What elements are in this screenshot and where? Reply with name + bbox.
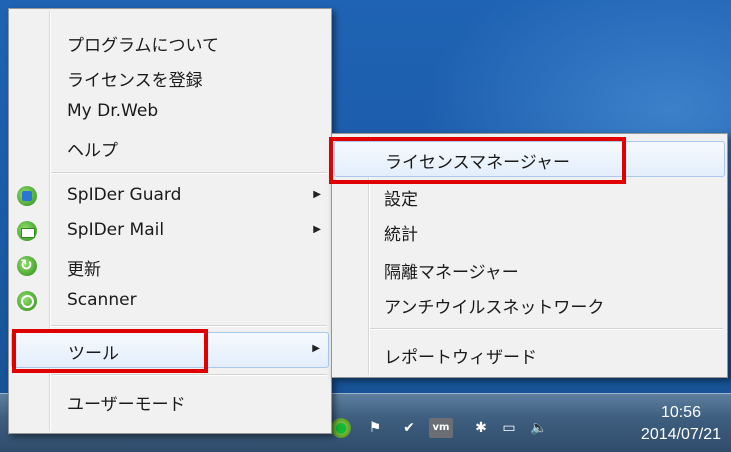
menu-item-antivirus-network[interactable]: アンチウイルスネットワーク bbox=[334, 287, 725, 321]
clock-date: 2014/07/21 bbox=[640, 426, 721, 443]
menu-item-spider-guard[interactable]: SpIDer Guard ▶ bbox=[11, 179, 329, 213]
menu-item-label: Scanner bbox=[67, 290, 137, 310]
menu-separator bbox=[51, 172, 327, 174]
submenu-arrow-icon: ▶ bbox=[313, 189, 321, 200]
action-center-flag-icon[interactable]: ⚑ bbox=[365, 418, 385, 438]
menu-item-label: SpIDer Mail bbox=[67, 220, 165, 240]
menu-item-settings[interactable]: 設定 bbox=[334, 179, 725, 213]
menu-item-my-drweb[interactable]: My Dr.Web bbox=[11, 95, 329, 129]
menu-item-quarantine-manager[interactable]: 隔離マネージャー bbox=[334, 252, 725, 286]
menu-item-label: 更新 bbox=[67, 260, 101, 280]
menu-separator bbox=[51, 374, 327, 376]
menu-item-scanner[interactable]: Scanner bbox=[11, 284, 329, 318]
menu-item-label: SpIDer Guard bbox=[67, 185, 182, 205]
menu-item-label: 隔離マネージャー bbox=[384, 263, 519, 283]
system-tray: ● ⚑ ✔ vm ✱ ▭ 🔈 10:56 2014/07/21 bbox=[325, 396, 731, 451]
menu-item-label: 設定 bbox=[384, 190, 418, 210]
taskbar-clock[interactable]: 10:56 2014/07/21 bbox=[641, 402, 721, 446]
spider-mail-icon bbox=[17, 221, 37, 241]
highlight-box-license-manager bbox=[329, 137, 626, 184]
security-check-icon[interactable]: ✔ bbox=[399, 418, 419, 438]
scanner-icon bbox=[17, 291, 37, 311]
vmware-tray-icon[interactable]: vm bbox=[429, 418, 453, 438]
network-icon[interactable]: ▭ bbox=[499, 418, 519, 438]
menu-item-user-mode[interactable]: ユーザーモード bbox=[11, 384, 329, 418]
clock-time: 10:56 bbox=[660, 404, 701, 421]
bluetooth-icon[interactable]: ✱ bbox=[471, 418, 491, 438]
highlight-box-tools bbox=[12, 329, 208, 373]
menu-separator bbox=[370, 328, 723, 330]
menu-item-label: プログラムについて bbox=[67, 36, 219, 56]
spider-guard-icon bbox=[17, 186, 37, 206]
menu-item-label: レポートウィザード bbox=[384, 348, 537, 368]
menu-item-register-license[interactable]: ライセンスを登録 bbox=[11, 60, 329, 94]
menu-item-label: ユーザーモード bbox=[67, 395, 186, 415]
menu-item-help[interactable]: ヘルプ bbox=[11, 130, 329, 164]
update-icon bbox=[17, 256, 37, 276]
menu-item-label: ライセンスを登録 bbox=[67, 71, 203, 91]
menu-item-about[interactable]: プログラムについて bbox=[11, 25, 329, 59]
menu-item-label: 統計 bbox=[384, 225, 418, 245]
submenu-arrow-icon: ▶ bbox=[312, 343, 320, 354]
drweb-spider-icon[interactable]: ● bbox=[331, 418, 351, 438]
menu-item-report-wizard[interactable]: レポートウィザード bbox=[334, 337, 725, 371]
menu-item-statistics[interactable]: 統計 bbox=[334, 214, 725, 248]
menu-separator bbox=[51, 325, 327, 327]
menu-item-label: アンチウイルスネットワーク bbox=[384, 298, 605, 318]
menu-item-spider-mail[interactable]: SpIDer Mail ▶ bbox=[11, 214, 329, 248]
submenu-arrow-icon: ▶ bbox=[313, 224, 321, 235]
menu-item-label: My Dr.Web bbox=[67, 101, 159, 121]
menu-item-label: ヘルプ bbox=[67, 141, 118, 161]
menu-item-update[interactable]: 更新 bbox=[11, 249, 329, 283]
volume-icon[interactable]: 🔈 bbox=[529, 418, 549, 438]
